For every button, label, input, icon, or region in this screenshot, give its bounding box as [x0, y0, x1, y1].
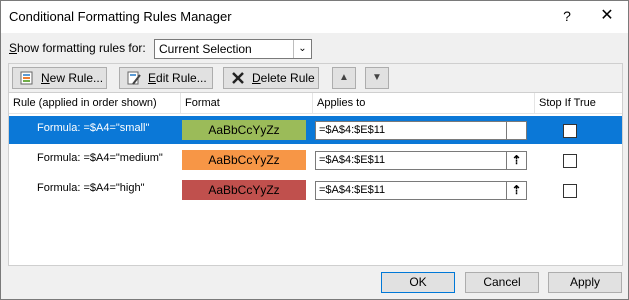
- edit-rule-label: Edit Rule...: [148, 68, 207, 88]
- col-stop-header: Stop If True: [539, 97, 596, 109]
- help-button[interactable]: ?: [552, 5, 582, 27]
- table-row[interactable]: Formula: =$A4="small" AaBbCcYyZz =$A$4:$…: [9, 116, 622, 144]
- move-down-button[interactable]: ▼: [365, 67, 389, 89]
- applies-to-value: =$A$4:$E$11: [319, 154, 386, 166]
- collapse-dialog-icon[interactable]: ⇡: [506, 182, 526, 199]
- table-header: Rule (applied in order shown) Format App…: [9, 93, 622, 114]
- delete-rule-label: Delete Rule: [252, 68, 315, 88]
- ok-button[interactable]: OK: [381, 272, 455, 293]
- show-rules-label: Show formatting rules for:: [9, 41, 146, 55]
- show-rules-label-text: how formatting rules for:: [17, 41, 146, 55]
- new-rule-button[interactable]: New Rule...: [12, 67, 107, 89]
- applies-to-field[interactable]: =$A$4:$E$11 ⇡: [315, 121, 527, 140]
- show-rules-selected-value: Current Selection: [159, 42, 252, 56]
- col-rule-header: Rule (applied in order shown): [9, 93, 181, 113]
- stop-if-true-checkbox[interactable]: [563, 184, 577, 198]
- table-row[interactable]: Formula: =$A4="high" AaBbCcYyZz =$A$4:$E…: [9, 176, 622, 204]
- delete-icon: [232, 72, 244, 84]
- stop-if-true-checkbox[interactable]: [563, 154, 577, 168]
- delete-rule-accel: D: [252, 71, 261, 85]
- collapse-dialog-icon[interactable]: ⇡: [506, 152, 526, 169]
- col-format-header: Format: [181, 93, 313, 113]
- table-row[interactable]: Formula: =$A4="medium" AaBbCcYyZz =$A$4:…: [9, 146, 622, 174]
- rule-description: Formula: =$A4="small": [37, 122, 150, 134]
- triangle-down-icon: ▼: [372, 72, 382, 83]
- delete-rule-button[interactable]: Delete Rule: [223, 67, 319, 89]
- new-rule-icon: [20, 71, 33, 85]
- applies-to-value: =$A$4:$E$11: [319, 184, 386, 196]
- new-rule-label-text: ew Rule...: [49, 71, 104, 85]
- rule-toolbar: New Rule... Edit Rule... Delete Rule ▲ ▼: [8, 63, 623, 93]
- show-rules-label-accel: S: [9, 41, 18, 55]
- new-rule-label: New Rule...: [41, 68, 103, 88]
- apply-button[interactable]: Apply: [548, 272, 622, 293]
- show-rules-select[interactable]: Current Selection ⌄: [154, 39, 312, 59]
- close-button[interactable]: ✕: [592, 5, 622, 27]
- edit-rule-label-text: dit Rule...: [156, 71, 207, 85]
- new-rule-accel: N: [41, 71, 50, 85]
- format-preview: AaBbCcYyZz: [182, 120, 306, 140]
- edit-rule-accel: E: [148, 71, 157, 85]
- format-preview: AaBbCcYyZz: [182, 150, 306, 170]
- dialog-title: Conditional Formatting Rules Manager: [9, 9, 232, 24]
- cancel-button[interactable]: Cancel: [465, 272, 539, 293]
- applies-to-value: =$A$4:$E$11: [319, 124, 386, 136]
- collapse-dialog-icon[interactable]: ⇡: [506, 122, 526, 139]
- edit-rule-icon: [127, 71, 141, 85]
- applies-to-field[interactable]: =$A$4:$E$11 ⇡: [315, 151, 527, 170]
- rule-description: Formula: =$A4="high": [37, 182, 145, 194]
- stop-if-true-checkbox[interactable]: [563, 124, 577, 138]
- col-applies-header: Applies to: [313, 93, 535, 113]
- chevron-down-icon[interactable]: ⌄: [293, 40, 311, 58]
- applies-to-field[interactable]: =$A$4:$E$11 ⇡: [315, 181, 527, 200]
- format-preview: AaBbCcYyZz: [182, 180, 306, 200]
- title-bar: Conditional Formatting Rules Manager ? ✕: [1, 1, 628, 33]
- rules-table: Rule (applied in order shown) Format App…: [8, 92, 623, 266]
- triangle-up-icon: ▲: [339, 72, 349, 83]
- rule-description: Formula: =$A4="medium": [37, 152, 163, 164]
- delete-rule-label-text: elete Rule: [260, 71, 315, 85]
- edit-rule-button[interactable]: Edit Rule...: [119, 67, 213, 89]
- move-up-button[interactable]: ▲: [332, 67, 356, 89]
- dialog: Conditional Formatting Rules Manager ? ✕…: [0, 0, 629, 300]
